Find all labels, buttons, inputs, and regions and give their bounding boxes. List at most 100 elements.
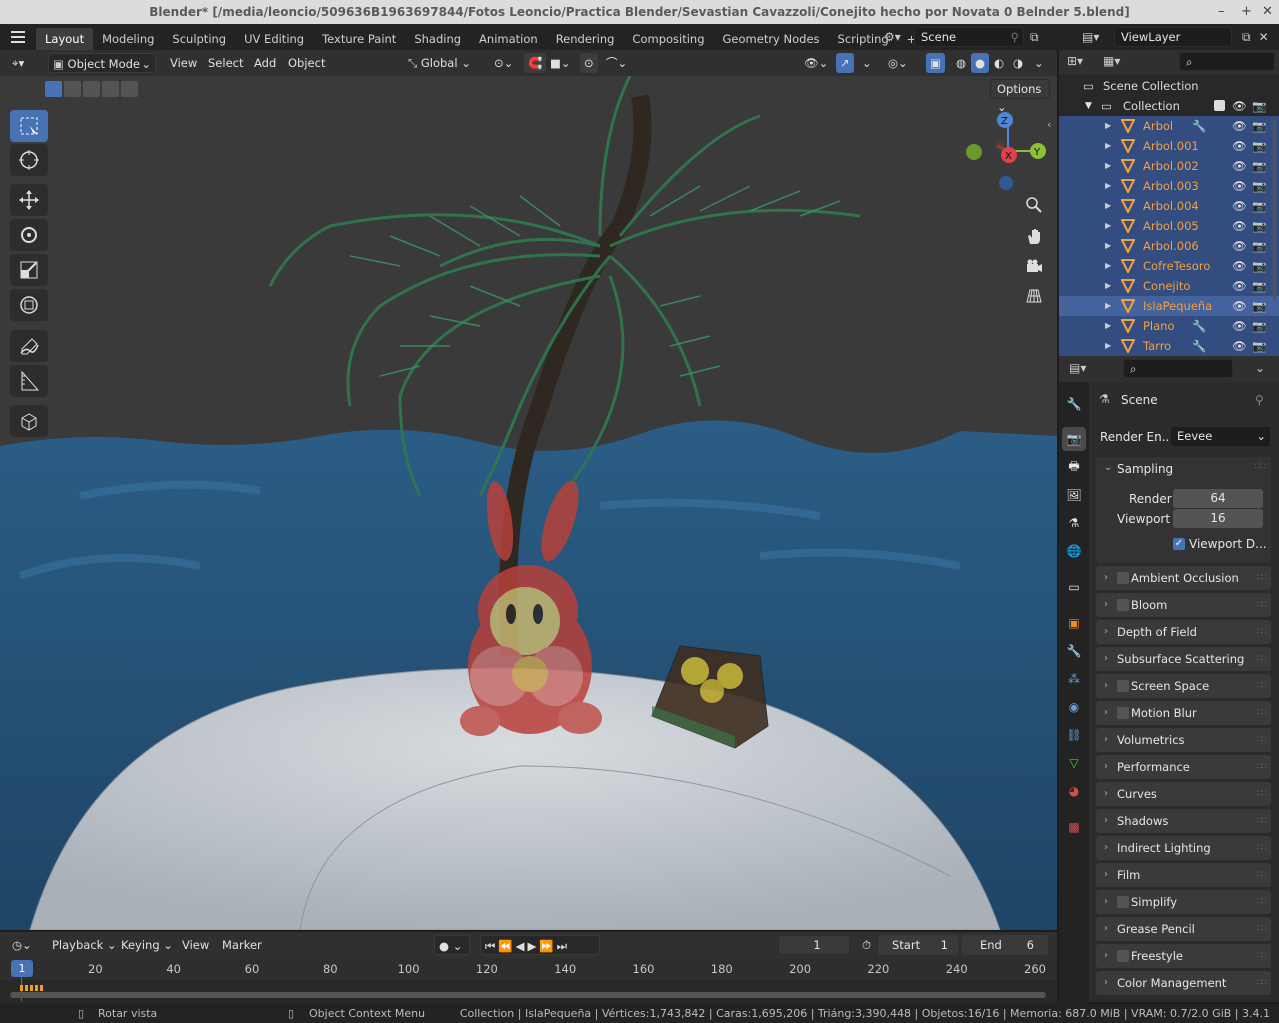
outliner-scene-collection[interactable]: ▭ Scene Collection [1059, 76, 1279, 96]
outliner-item[interactable]: ▶ Arbol.006 👁 📷 [1059, 236, 1279, 256]
panel-performance[interactable]: › Performance ∷∷ [1096, 755, 1271, 779]
editor-type-icon[interactable]: ⌖▾ [8, 53, 28, 73]
panel-curves[interactable]: › Curves ∷∷ [1096, 782, 1271, 806]
drag-grip-icon[interactable]: ∷∷ [1257, 566, 1268, 590]
output-tab-icon[interactable]: 🖶 [1062, 455, 1086, 479]
menu-view[interactable]: View [166, 53, 201, 73]
panel-enable-checkbox[interactable] [1117, 950, 1129, 962]
workspace-tab-animation[interactable]: Animation [470, 28, 547, 50]
pin-icon[interactable]: ⚲ [1255, 393, 1264, 407]
outliner-item[interactable]: ▶ Plano 🔧 👁 📷 [1059, 316, 1279, 336]
panel-enable-checkbox[interactable] [1117, 707, 1129, 719]
panel-color-management[interactable]: › Color Management ∷∷ [1096, 971, 1271, 995]
move-tool-icon[interactable] [10, 184, 48, 216]
collection-tab-icon[interactable]: ▭ [1062, 575, 1086, 599]
camera-view-icon[interactable] [1022, 254, 1046, 278]
expand-arrow-icon[interactable]: ▶ [1105, 236, 1111, 256]
drag-grip-icon[interactable]: ∷∷ [1257, 593, 1268, 617]
drag-grip-icon[interactable]: ∷∷ [1257, 944, 1268, 968]
minimize-button[interactable]: – [1218, 0, 1225, 24]
viewport-samples-field[interactable]: 16 [1173, 509, 1263, 528]
world-tab-icon[interactable]: 🌐 [1062, 539, 1086, 563]
camera-icon[interactable]: 📷 [1252, 316, 1266, 336]
options-dropdown[interactable]: Options ⌄ [990, 79, 1050, 114]
chevron-right-icon[interactable]: › [1104, 971, 1108, 995]
viewport-denoise-checkbox[interactable]: ✓ [1173, 538, 1185, 550]
timeline[interactable]: 20 40 60 80 100 120 140 160 180 200 220 240 260 1 [0, 958, 1057, 1004]
view-layer-tab-icon[interactable]: 🖼 [1062, 483, 1086, 507]
modifier-wrench-icon[interactable]: 🔧 [1192, 316, 1206, 336]
modifier-wrench-icon[interactable]: 🔧 [1192, 336, 1206, 356]
outliner-item[interactable]: ▶ Arbol.005 👁 📷 [1059, 216, 1279, 236]
keyframes[interactable] [20, 985, 44, 991]
camera-icon[interactable]: 📷 [1252, 336, 1266, 356]
eye-icon[interactable]: 👁 [1232, 296, 1247, 316]
select-new-icon[interactable] [45, 81, 62, 97]
eye-icon[interactable]: 👁 [1232, 256, 1247, 276]
modifier-tab-icon[interactable]: 🔧 [1062, 639, 1086, 663]
panel-enable-checkbox[interactable] [1117, 572, 1129, 584]
maximize-button[interactable]: + [1241, 0, 1252, 24]
measure-tool-icon[interactable] [10, 365, 48, 397]
outliner-editor-icon[interactable]: ⊞▾ [1067, 54, 1083, 68]
proportional-editing-icon[interactable]: ⊙ [580, 53, 598, 73]
zoom-icon[interactable] [1022, 193, 1046, 217]
outliner-item[interactable]: ▶ Arbol.002 👁 📷 [1059, 156, 1279, 176]
expand-arrow-icon[interactable]: ▶ [1105, 296, 1111, 316]
eye-icon[interactable]: 👁 [1232, 276, 1247, 296]
chevron-right-icon[interactable]: › [1104, 863, 1108, 887]
drag-grip-icon[interactable]: ∷∷ [1257, 674, 1268, 698]
panel-film[interactable]: › Film ∷∷ [1096, 863, 1271, 887]
tool-tab-icon[interactable]: 🔧 [1062, 392, 1086, 416]
camera-icon[interactable]: 📷 [1252, 136, 1266, 156]
current-frame-field[interactable]: 1 [778, 935, 850, 955]
solid-shading-icon[interactable]: ● [971, 53, 990, 73]
outliner-item[interactable]: ▶ Tarro 🔧 👁 📷 [1059, 336, 1279, 356]
add-cube-tool-icon[interactable] [10, 405, 48, 437]
chevron-right-icon[interactable]: › [1104, 836, 1108, 860]
workspace-tab-layout[interactable]: Layout [36, 28, 94, 50]
render-samples-field[interactable]: 64 [1173, 489, 1263, 508]
texture-tab-icon[interactable]: ▩ [1062, 815, 1086, 839]
scale-tool-icon[interactable] [10, 254, 48, 286]
select-invert-icon[interactable] [102, 81, 119, 97]
expand-arrow-icon[interactable]: ▼ [1085, 96, 1092, 116]
chevron-right-icon[interactable]: › [1104, 944, 1108, 968]
workspace-tab-compositing[interactable]: Compositing [623, 28, 713, 50]
start-frame-field[interactable]: Start 1 [878, 935, 958, 955]
drag-grip-icon[interactable]: ∷∷ [1257, 782, 1268, 806]
snap-icon[interactable]: 🧲 [524, 53, 547, 73]
chevron-right-icon[interactable]: › [1104, 728, 1108, 752]
drag-grip-icon[interactable]: ∷∷ [1257, 836, 1268, 860]
material-shading-icon[interactable]: ◐ [990, 53, 1008, 73]
panel-enable-checkbox[interactable] [1117, 599, 1129, 611]
panel-enable-checkbox[interactable] [1117, 680, 1129, 692]
panel-ambient-occlusion[interactable]: › Ambient Occlusion ∷∷ [1096, 566, 1271, 590]
eye-icon[interactable]: 👁 [1232, 336, 1247, 356]
cursor-tool-icon[interactable] [10, 144, 48, 176]
drag-grip-icon[interactable]: ∷∷ [1257, 647, 1268, 671]
chevron-right-icon[interactable]: › [1104, 782, 1108, 806]
main-menu-icon[interactable] [0, 31, 36, 43]
panel-simplify[interactable]: › Simplify ∷∷ [1096, 890, 1271, 914]
workspace-tab-shading[interactable]: Shading [405, 28, 470, 50]
eye-icon[interactable]: 👁 [1232, 316, 1247, 336]
select-extend-icon[interactable] [64, 81, 81, 97]
panel-shadows[interactable]: › Shadows ∷∷ [1096, 809, 1271, 833]
expand-arrow-icon[interactable]: ▶ [1105, 256, 1111, 276]
eye-icon[interactable]: 👁 [1232, 216, 1247, 236]
view-layer-icon[interactable]: ▤▾ [1082, 30, 1114, 44]
eye-icon[interactable]: 👁 [1232, 156, 1247, 176]
outliner-item[interactable]: ▶ Arbol 🔧 👁 📷 [1059, 116, 1279, 136]
camera-icon[interactable]: 📷 [1252, 96, 1266, 116]
expand-arrow-icon[interactable]: ▶ [1105, 216, 1111, 236]
panel-volumetrics[interactable]: › Volumetrics ∷∷ [1096, 728, 1271, 752]
outliner-item[interactable]: ▶ Conejito 👁 📷 [1059, 276, 1279, 296]
outliner-scrollbar[interactable] [1273, 120, 1276, 300]
rendered-shading-icon[interactable]: ◑ [1009, 53, 1027, 73]
expand-arrow-icon[interactable]: ▶ [1105, 196, 1111, 216]
properties-editor-icon[interactable]: ▤▾ [1069, 361, 1086, 375]
chevron-right-icon[interactable]: › [1104, 917, 1108, 941]
panel-screen-space-reflections[interactable]: ›Screen Space Reflections∷∷ [1096, 674, 1271, 717]
chevron-right-icon[interactable]: › [1104, 593, 1108, 617]
